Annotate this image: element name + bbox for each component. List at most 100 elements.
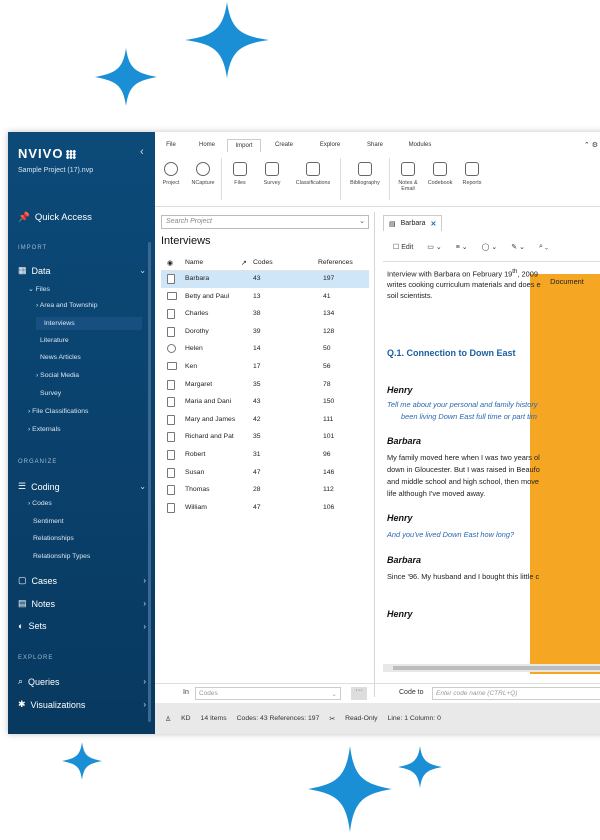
sidebar-item-data[interactable]: ▦ Data ⌄ [18, 265, 146, 276]
sort-icon[interactable]: ↗ [241, 259, 247, 267]
cell-name: Betty and Paul [185, 292, 230, 300]
audio-icon [167, 344, 176, 354]
table-row[interactable]: Margaret 35 78 [161, 377, 369, 394]
table-row[interactable]: Maria and Dani 43 150 [161, 394, 369, 411]
pin-icon: 📌 [18, 212, 30, 223]
tree-item-relationship-types[interactable]: Relationship Types [33, 553, 90, 560]
edit-button[interactable]: ☐ Edit [393, 243, 413, 251]
document-icon [167, 379, 175, 390]
ncapture-icon [196, 162, 210, 176]
tree-item-files[interactable]: ⌄ Files [28, 285, 50, 293]
table-row[interactable]: William 47 106 [161, 500, 369, 517]
select-all-icon[interactable]: ◉ [167, 259, 173, 267]
sidebar-item-cases[interactable]: ▢ Cases › [18, 575, 146, 586]
comment-icon[interactable]: ▭ ⌄ [427, 243, 441, 251]
table-row[interactable]: Dorothy 39 128 [161, 324, 369, 341]
bibliography-icon [358, 162, 372, 176]
more-button[interactable]: ··· [351, 687, 367, 700]
project-button[interactable]: Project [155, 152, 187, 206]
tab-import[interactable]: Import [227, 138, 261, 152]
coding-stripes-icon[interactable]: ≡ ⌄ [456, 243, 468, 251]
cell-codes: 38 [253, 310, 261, 318]
sidebar-item-sets[interactable]: ◐ Sets › [18, 621, 146, 631]
reports-button[interactable]: Reports [456, 152, 488, 206]
tree-item-literature[interactable]: Literature [40, 337, 69, 344]
pen-icon[interactable]: ✎ ⌄ [511, 243, 525, 251]
ribbon-divider [340, 158, 341, 200]
readonly-icon: ✂ [329, 715, 336, 723]
sidebar-item-queries[interactable]: ⌕ Queries › [18, 676, 146, 687]
tree-item-codes[interactable]: › Codes [28, 500, 52, 507]
search-project-input[interactable]: Search Project ⌄ [161, 215, 369, 229]
sidebar-item-visualizations[interactable]: ✱ Visualizations › [18, 699, 146, 710]
collapse-sidebar-icon[interactable]: ‹ [140, 146, 144, 158]
notes-email-button[interactable]: Notes & Email [392, 152, 424, 206]
table-row[interactable]: Richard and Pat 35 101 [161, 429, 369, 446]
table-row[interactable]: Mary and James 42 111 [161, 412, 369, 429]
tree-item-externals[interactable]: › Externals [28, 426, 61, 433]
codebook-button[interactable]: Codebook [424, 152, 456, 206]
table-row[interactable]: Robert 31 96 [161, 447, 369, 464]
cell-references: 197 [323, 275, 335, 282]
sidebar-item-coding[interactable]: ☰ Coding ⌄ [18, 481, 146, 492]
annotation-icon[interactable]: ◯ ⌄ [482, 243, 498, 251]
code-name-input[interactable]: Enter code name (CTRL+Q) [432, 687, 600, 700]
sidebar-item-notes[interactable]: ▤ Notes › [18, 598, 146, 609]
table-row[interactable]: Charles 38 134 [161, 306, 369, 323]
tree-item-area[interactable]: › Area and Township [36, 302, 97, 309]
files-button[interactable]: Files [224, 152, 256, 206]
chevron-down-icon[interactable]: ⌄ [359, 217, 365, 225]
tab-explore[interactable]: Explore [307, 139, 353, 151]
cell-name: Susan [185, 468, 205, 476]
tab-home[interactable]: Home [187, 139, 227, 151]
chevron-right-icon: › [143, 599, 146, 608]
column-references[interactable]: References [318, 259, 353, 266]
column-codes[interactable]: Codes [253, 259, 273, 266]
tree-item-file-classifications[interactable]: › File Classifications [28, 408, 88, 415]
horizontal-scrollbar[interactable] [383, 664, 600, 672]
sidebar-scrollbar[interactable] [148, 242, 151, 722]
cell-codes: 31 [253, 451, 261, 458]
reports-icon [465, 162, 479, 176]
column-name[interactable]: Name [185, 259, 203, 266]
ncapture-button[interactable]: NCapture [187, 152, 219, 206]
tab-file[interactable]: File [155, 139, 187, 151]
tree-item-sentiment[interactable]: Sentiment [33, 518, 64, 525]
codes-dropdown[interactable]: Codes ⌄ [195, 687, 341, 700]
pane-divider[interactable] [374, 212, 375, 697]
tree-item-relationships[interactable]: Relationships [33, 535, 74, 542]
zoom-icon[interactable]: ⌕ ⌄ [539, 243, 548, 251]
document-icon [167, 309, 175, 320]
cell-codes: 13 [253, 292, 261, 300]
table-row[interactable]: Helen 14 50 [161, 341, 369, 358]
document-tab[interactable]: ▤ Barbara ✕ [383, 215, 443, 231]
tree-item-survey[interactable]: Survey [40, 390, 61, 397]
tree-item-news[interactable]: News Articles [40, 354, 81, 361]
table-row[interactable]: Susan 47 146 [161, 465, 369, 482]
cell-name: Mary and James [185, 415, 236, 423]
sparkle-icon [308, 746, 392, 832]
tab-modules[interactable]: Modules [397, 139, 443, 151]
bibliography-button[interactable]: Bibliography [343, 152, 387, 206]
table-row[interactable]: Ken 17 56 [161, 359, 369, 376]
cell-references: 106 [323, 503, 335, 511]
tree-item-social[interactable]: › Social Media [36, 372, 79, 379]
status-line-column: Line: 1 Column: 0 [387, 715, 441, 722]
sidebar-item-quick-access[interactable]: 📌 Quick Access [18, 212, 92, 223]
classifications-button[interactable]: Classifications [288, 152, 338, 206]
section-import: IMPORT [18, 245, 48, 251]
window-controls[interactable]: ⌃ ⚙ [584, 141, 600, 149]
tab-create[interactable]: Create [261, 139, 307, 151]
table-row[interactable]: Betty and Paul 13 41 [161, 289, 369, 306]
table-row[interactable]: Thomas 28 112 [161, 482, 369, 499]
table-row[interactable]: Barbara 43 197 [161, 271, 369, 288]
tree-item-interviews[interactable]: Interviews [36, 317, 142, 330]
visualization-icon: ✱ [18, 699, 26, 709]
scroll-thumb[interactable] [393, 666, 600, 670]
cell-name: Charles [185, 310, 209, 318]
survey-button[interactable]: Survey [256, 152, 288, 206]
close-icon[interactable]: ✕ [431, 220, 437, 228]
tab-share[interactable]: Share [353, 139, 397, 151]
document-icon [167, 274, 175, 284]
ribbon-toolbar: Project NCapture Files Survey Classifica… [155, 152, 600, 207]
